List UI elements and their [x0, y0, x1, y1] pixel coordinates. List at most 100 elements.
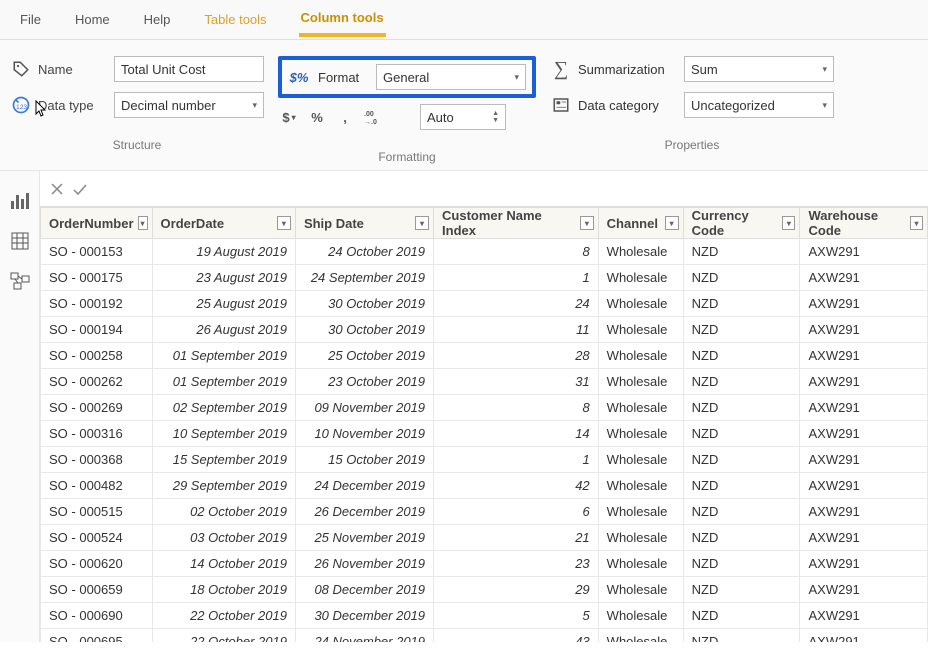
table-row[interactable]: SO - 00062014 October 201926 November 20…	[41, 551, 928, 577]
name-label: Name	[38, 62, 108, 77]
table-row[interactable]: SO - 00025801 September 201925 October 2…	[41, 343, 928, 369]
decimal-button[interactable]: .00→.0	[362, 106, 388, 128]
table-row[interactable]: SO - 00017523 August 201924 September 20…	[41, 265, 928, 291]
table-row[interactable]: SO - 00069522 October 201924 November 20…	[41, 629, 928, 643]
table-row[interactable]: SO - 00026201 September 201923 October 2…	[41, 369, 928, 395]
cell-ship-date: 15 October 2019	[295, 447, 433, 473]
properties-title: Properties	[550, 138, 834, 152]
table-row[interactable]: SO - 00069022 October 201930 December 20…	[41, 603, 928, 629]
cancel-icon[interactable]	[50, 182, 64, 196]
cell-warehouse: AXW291	[800, 629, 928, 643]
chevron-down-icon: ▾	[252, 100, 257, 111]
filter-icon[interactable]: ▾	[277, 216, 291, 230]
cell-order-number: SO - 000695	[41, 629, 153, 643]
cell-order-date: 23 August 2019	[152, 265, 295, 291]
datatype-icon: 123	[10, 94, 32, 116]
cell-currency: NZD	[683, 577, 800, 603]
cell-order-date: 25 August 2019	[152, 291, 295, 317]
datatype-field[interactable]: Decimal number▾	[114, 92, 264, 118]
cell-customer-index: 1	[434, 265, 599, 291]
column-header[interactable]: OrderNumber▾	[41, 208, 153, 239]
decimal-places-field[interactable]: Auto ▲▼	[420, 104, 506, 130]
name-field[interactable]: Total Unit Cost	[114, 56, 264, 82]
menu-file[interactable]: File	[18, 4, 43, 35]
chevron-down-icon: ▾	[514, 72, 519, 83]
filter-icon[interactable]: ▾	[910, 216, 923, 230]
category-field[interactable]: Uncategorized▾	[684, 92, 834, 118]
svg-text:→.0: →.0	[364, 119, 377, 125]
cell-currency: NZD	[683, 473, 800, 499]
cell-warehouse: AXW291	[800, 447, 928, 473]
cell-ship-date: 24 September 2019	[295, 265, 433, 291]
summarization-field[interactable]: Sum▾	[684, 56, 834, 82]
table-row[interactable]: SO - 00019426 August 201930 October 2019…	[41, 317, 928, 343]
cell-order-date: 22 October 2019	[152, 603, 295, 629]
table-row[interactable]: SO - 00015319 August 201924 October 2019…	[41, 239, 928, 265]
cell-customer-index: 31	[434, 369, 599, 395]
cell-currency: NZD	[683, 239, 800, 265]
currency-button[interactable]: $▾	[278, 106, 300, 128]
table-row[interactable]: SO - 00036815 September 201915 October 2…	[41, 447, 928, 473]
filter-icon[interactable]: ▾	[580, 216, 594, 230]
table-row[interactable]: SO - 00031610 September 201910 November …	[41, 421, 928, 447]
cell-ship-date: 30 December 2019	[295, 603, 433, 629]
table-row[interactable]: SO - 00065918 October 201908 December 20…	[41, 577, 928, 603]
table-row[interactable]: SO - 00048229 September 201924 December …	[41, 473, 928, 499]
format-field[interactable]: General▾	[376, 64, 526, 90]
model-view-button[interactable]	[0, 261, 40, 301]
cell-customer-index: 6	[434, 499, 599, 525]
cell-order-date: 15 September 2019	[152, 447, 295, 473]
cell-channel: Wholesale	[598, 317, 683, 343]
cell-ship-date: 24 November 2019	[295, 629, 433, 643]
column-header[interactable]: OrderDate▾	[152, 208, 295, 239]
ribbon: Name Total Unit Cost 123 Data type Decim…	[0, 40, 928, 171]
cell-customer-index: 1	[434, 447, 599, 473]
cell-ship-date: 09 November 2019	[295, 395, 433, 421]
commit-icon[interactable]	[72, 182, 88, 196]
cell-currency: NZD	[683, 499, 800, 525]
cell-ship-date: 26 December 2019	[295, 499, 433, 525]
table-row[interactable]: SO - 00026902 September 201909 November …	[41, 395, 928, 421]
column-header[interactable]: Currency Code▾	[683, 208, 800, 239]
menu-help[interactable]: Help	[142, 4, 173, 35]
filter-icon[interactable]: ▾	[415, 216, 429, 230]
format-icon: $%	[288, 66, 310, 88]
spin-up-icon[interactable]: ▲	[492, 110, 499, 117]
table-row[interactable]: SO - 00019225 August 201930 October 2019…	[41, 291, 928, 317]
percent-button[interactable]: %	[306, 106, 328, 128]
data-view-button[interactable]	[0, 221, 40, 261]
cell-ship-date: 25 October 2019	[295, 343, 433, 369]
menu-column-tools[interactable]: Column tools	[299, 2, 386, 37]
cell-ship-date: 24 October 2019	[295, 239, 433, 265]
filter-icon[interactable]: ▾	[138, 216, 148, 230]
cell-order-number: SO - 000620	[41, 551, 153, 577]
formula-input[interactable]	[96, 181, 918, 196]
column-header[interactable]: Ship Date▾	[295, 208, 433, 239]
cell-order-date: 18 October 2019	[152, 577, 295, 603]
filter-icon[interactable]: ▾	[782, 216, 795, 230]
menu-table-tools[interactable]: Table tools	[202, 4, 268, 35]
cell-order-number: SO - 000524	[41, 525, 153, 551]
cell-channel: Wholesale	[598, 265, 683, 291]
column-header[interactable]: Warehouse Code▾	[800, 208, 928, 239]
category-icon	[550, 94, 572, 116]
cell-ship-date: 10 November 2019	[295, 421, 433, 447]
cell-channel: Wholesale	[598, 239, 683, 265]
filter-icon[interactable]: ▾	[665, 216, 679, 230]
cell-channel: Wholesale	[598, 473, 683, 499]
cell-order-number: SO - 000515	[41, 499, 153, 525]
cursor-icon	[34, 100, 48, 118]
cell-ship-date: 30 October 2019	[295, 317, 433, 343]
cell-order-date: 10 September 2019	[152, 421, 295, 447]
report-view-button[interactable]	[0, 181, 40, 221]
formula-bar	[40, 171, 928, 207]
comma-button[interactable]: ,	[334, 106, 356, 128]
column-header[interactable]: Channel▾	[598, 208, 683, 239]
spin-down-icon[interactable]: ▼	[492, 117, 499, 124]
cell-order-date: 03 October 2019	[152, 525, 295, 551]
table-row[interactable]: SO - 00052403 October 201925 November 20…	[41, 525, 928, 551]
menu-home[interactable]: Home	[73, 4, 112, 35]
column-header[interactable]: Customer Name Index▾	[434, 208, 599, 239]
table-row[interactable]: SO - 00051502 October 201926 December 20…	[41, 499, 928, 525]
main-area: OrderNumber▾OrderDate▾Ship Date▾Customer…	[40, 171, 928, 642]
